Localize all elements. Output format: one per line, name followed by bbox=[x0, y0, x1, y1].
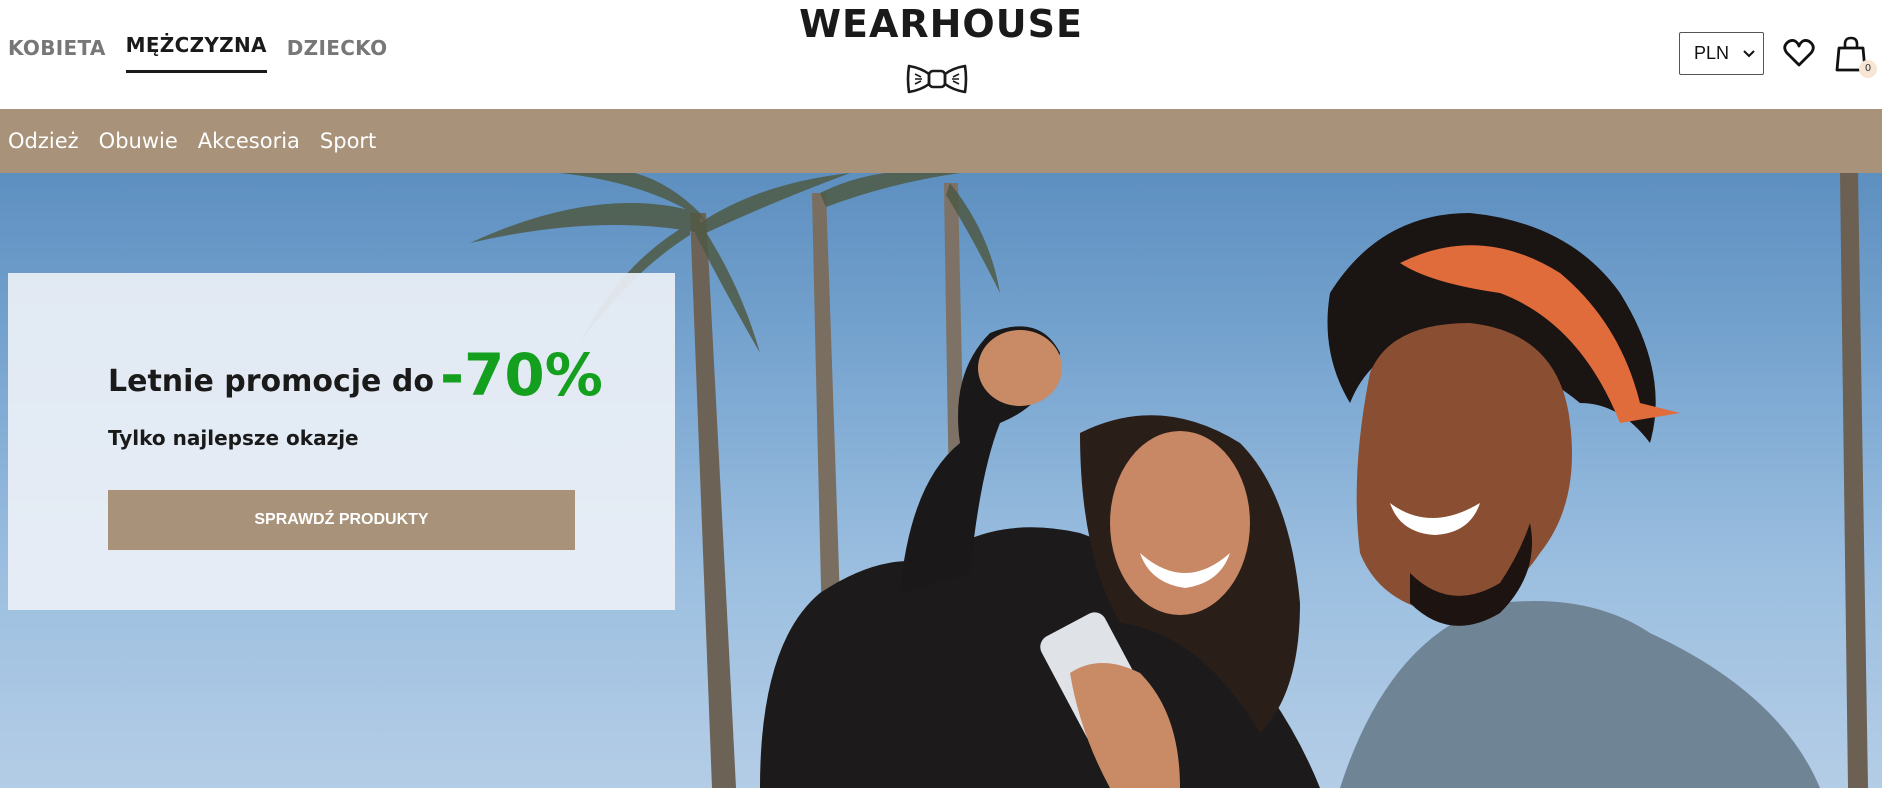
check-products-button[interactable]: SPRAWDŹ PRODUKTY bbox=[108, 490, 575, 550]
logo-text[interactable]: WEARHOUSE bbox=[0, 2, 1882, 46]
currency-select[interactable]: PLN bbox=[1679, 32, 1764, 75]
promo-discount: -70% bbox=[439, 341, 603, 409]
promo-subtitle: Tylko najlepsze okazje bbox=[108, 426, 359, 450]
category-sport[interactable]: Sport bbox=[320, 129, 376, 153]
chevron-down-icon bbox=[1743, 49, 1755, 57]
promo-title: Letnie promocje do -70% bbox=[108, 341, 603, 409]
hero-banner: Letnie promocje do -70% Tylko najlepsze o… bbox=[0, 173, 1882, 788]
cart-button[interactable]: 0 bbox=[1834, 36, 1877, 78]
category-nav: Odzież Obuwie Akcesoria Sport bbox=[0, 109, 1882, 173]
promo-title-text: Letnie promocje do bbox=[108, 364, 434, 399]
site-logo[interactable]: WEARHOUSE bbox=[0, 2, 1882, 46]
category-akcesoria[interactable]: Akcesoria bbox=[198, 129, 300, 153]
wishlist-button[interactable] bbox=[1782, 36, 1816, 72]
site-header: KOBIETA MĘŻCZYZNA DZIECKO WEARHOUSE PLN … bbox=[0, 0, 1882, 109]
cart-count-badge: 0 bbox=[1859, 59, 1877, 78]
promo-box: Letnie promocje do -70% Tylko najlepsze o… bbox=[8, 273, 675, 610]
currency-value: PLN bbox=[1694, 43, 1730, 63]
heart-icon bbox=[1783, 38, 1815, 66]
bowtie-logo-icon[interactable] bbox=[905, 60, 969, 98]
category-odziez[interactable]: Odzież bbox=[8, 129, 79, 153]
category-obuwie[interactable]: Obuwie bbox=[99, 129, 178, 153]
header-actions: PLN 0 bbox=[1679, 32, 1877, 78]
